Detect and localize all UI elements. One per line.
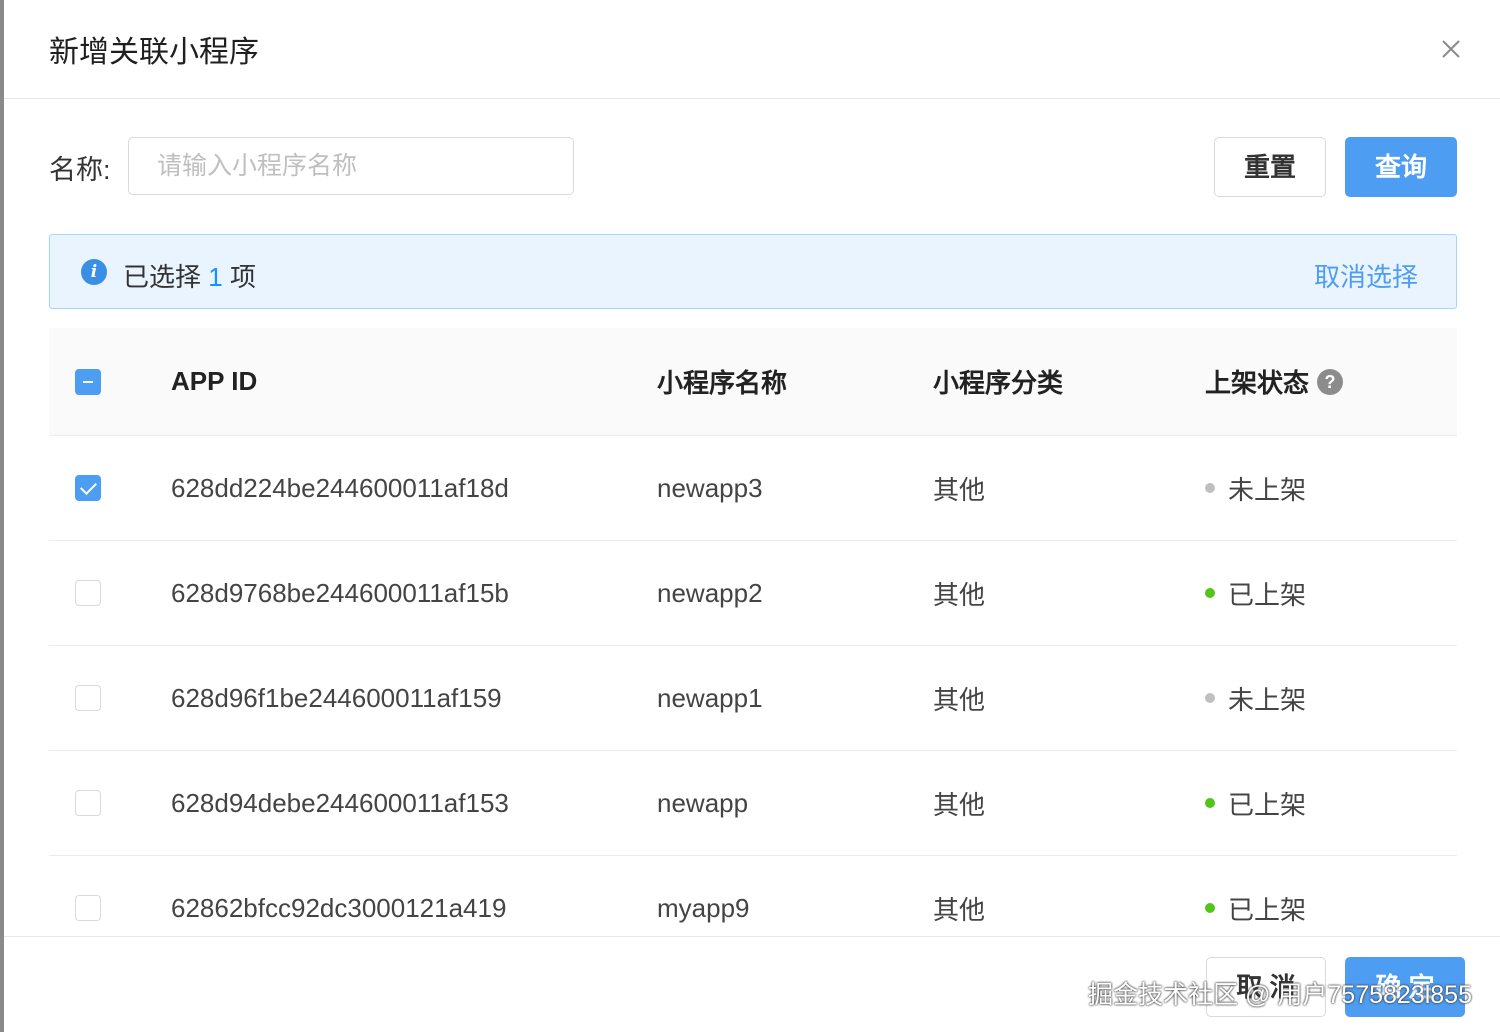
table-body: 628dd224be244600011af18d newapp3 其他 未上架 628d… <box>49 436 1457 961</box>
status-label: 已上架 <box>1228 789 1307 820</box>
cell-category: 其他 <box>933 684 986 715</box>
cell-name: newapp1 <box>657 682 763 713</box>
header-category: 小程序分类 <box>933 368 1064 398</box>
search-input[interactable] <box>128 137 574 195</box>
cell-status: 已上架 <box>1205 751 1306 855</box>
row-checkbox[interactable] <box>75 895 101 921</box>
table-row[interactable]: 628d9768be244600011af15b newapp2 其他 已上架 <box>49 541 1457 646</box>
cell-name: newapp <box>657 787 749 818</box>
cell-name: newapp2 <box>657 577 763 608</box>
modal-header: 新增关联小程序 <box>4 0 1500 99</box>
query-button[interactable]: 查询 <box>1345 137 1457 197</box>
status-label: 已上架 <box>1228 894 1307 925</box>
cancel-button[interactable]: 取 消 <box>1206 957 1326 1017</box>
reset-button[interactable]: 重置 <box>1214 137 1326 197</box>
cell-app-id: 628d96f1be244600011af159 <box>171 682 502 713</box>
cell-app-id: 628dd224be244600011af18d <box>171 472 509 503</box>
table-row[interactable]: 628d96f1be244600011af159 newapp1 其他 未上架 <box>49 646 1457 751</box>
status-label: 未上架 <box>1228 474 1307 505</box>
selection-prefix: 已选择 <box>123 262 202 292</box>
header-name: 小程序名称 <box>657 368 788 398</box>
info-icon: i <box>81 259 107 285</box>
status-dot-icon <box>1205 588 1215 598</box>
status-label: 已上架 <box>1228 579 1307 610</box>
selection-alert: i 已选择 1 项 取消选择 <box>49 234 1457 309</box>
header-status: 上架状态 ? <box>1205 328 1344 435</box>
ok-button[interactable]: 确 定 <box>1345 957 1465 1017</box>
close-icon[interactable] <box>1436 34 1466 64</box>
header-app-id: APP ID <box>171 366 258 396</box>
row-checkbox[interactable] <box>75 475 101 501</box>
table-row[interactable]: 628d94debe244600011af153 newapp 其他 已上架 <box>49 751 1457 856</box>
search-label: 名称: <box>49 155 111 185</box>
table-row[interactable]: 628dd224be244600011af18d newapp3 其他 未上架 <box>49 436 1457 541</box>
app-table: APP ID 小程序名称 小程序分类 上架状态 ? 628dd224be2446… <box>49 328 1457 961</box>
header-status-label: 上架状态 <box>1205 368 1310 398</box>
row-checkbox[interactable] <box>75 790 101 816</box>
cell-app-id: 628d9768be244600011af15b <box>171 577 509 608</box>
status-label: 未上架 <box>1228 684 1307 715</box>
clear-selection-link[interactable]: 取消选择 <box>1314 257 1418 294</box>
selection-suffix: 项 <box>229 262 256 292</box>
row-checkbox[interactable] <box>75 580 101 606</box>
status-dot-icon <box>1205 693 1215 703</box>
cell-category: 其他 <box>933 579 986 610</box>
selection-summary: 已选择 1 项 <box>123 257 256 294</box>
question-icon[interactable]: ? <box>1317 368 1344 395</box>
status-dot-icon <box>1205 798 1215 808</box>
cell-status: 已上架 <box>1205 541 1306 645</box>
cell-category: 其他 <box>933 474 986 505</box>
modal-title: 新增关联小程序 <box>49 36 259 69</box>
modal-dialog: 新增关联小程序 名称: 重置 查询 i 已选择 1 项 取消选择 APP ID … <box>4 0 1500 1032</box>
cell-name: newapp3 <box>657 472 763 503</box>
cell-status: 未上架 <box>1205 436 1306 540</box>
status-dot-icon <box>1205 903 1215 913</box>
select-all-checkbox[interactable] <box>75 368 101 395</box>
table-header: APP ID 小程序名称 小程序分类 上架状态 ? <box>49 328 1457 436</box>
cell-status: 未上架 <box>1205 646 1306 750</box>
status-dot-icon <box>1205 483 1215 493</box>
row-checkbox[interactable] <box>75 685 101 711</box>
cell-category: 其他 <box>933 789 986 820</box>
cell-app-id: 628d94debe244600011af153 <box>171 787 509 818</box>
modal-footer: 取 消 确 定 掘金技术社区 @ 用户7575823l855 <box>4 936 1500 1032</box>
selection-count: 1 <box>208 262 223 292</box>
